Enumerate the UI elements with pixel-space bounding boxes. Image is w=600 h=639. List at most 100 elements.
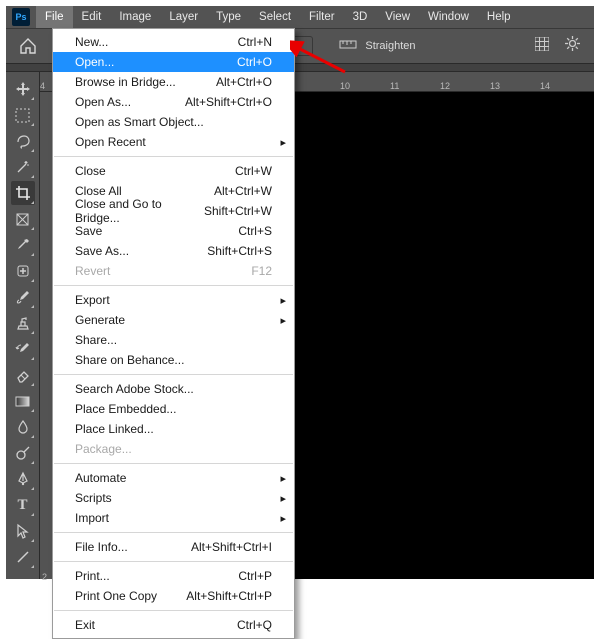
menu-3d[interactable]: 3D — [344, 6, 377, 28]
toolbox: T — [6, 72, 40, 579]
menu-separator — [54, 561, 293, 562]
menu-item-label: File Info... — [75, 540, 128, 554]
crop-tool[interactable] — [11, 181, 35, 205]
menu-item-shortcut: Ctrl+W — [235, 164, 272, 178]
menu-item-place-embedded[interactable]: Place Embedded... — [53, 399, 294, 419]
menu-separator — [54, 374, 293, 375]
menu-item-label: Search Adobe Stock... — [75, 382, 194, 396]
menu-item-label: New... — [75, 35, 108, 49]
frame-tool[interactable] — [11, 207, 35, 231]
ruler-tick: 13 — [490, 81, 500, 91]
menu-edit[interactable]: Edit — [73, 6, 111, 28]
menu-item-shortcut: Ctrl+Q — [237, 618, 272, 632]
menu-type[interactable]: Type — [207, 6, 250, 28]
menu-item-label: Package... — [75, 442, 132, 456]
menu-item-share-on-behance[interactable]: Share on Behance... — [53, 350, 294, 370]
menu-item-exit[interactable]: ExitCtrl+Q — [53, 615, 294, 635]
menu-item-automate[interactable]: Automate — [53, 468, 294, 488]
menu-item-save-as[interactable]: Save As...Shift+Ctrl+S — [53, 241, 294, 261]
history-brush-tool[interactable] — [11, 337, 35, 361]
home-button[interactable] — [12, 33, 44, 59]
blur-tool[interactable] — [11, 415, 35, 439]
menu-separator — [54, 285, 293, 286]
app-logo: Ps — [12, 8, 30, 26]
path-selection-tool[interactable] — [11, 519, 35, 543]
ruler-tick: 2 — [42, 572, 47, 582]
menu-window[interactable]: Window — [419, 6, 478, 28]
menu-item-share[interactable]: Share... — [53, 330, 294, 350]
menu-item-label: Print One Copy — [75, 589, 157, 603]
menu-item-label: Save — [75, 224, 102, 238]
eraser-tool[interactable] — [11, 363, 35, 387]
file-menu-dropdown: New... Ctrl+N Open... Ctrl+O Browse in Bridg… — [52, 28, 295, 639]
dodge-tool[interactable] — [11, 441, 35, 465]
magic-wand-tool[interactable] — [11, 155, 35, 179]
menu-item-shortcut: Ctrl+N — [238, 35, 272, 49]
ruler-tick: 12 — [440, 81, 450, 91]
menu-item-label: Import — [75, 511, 109, 525]
menu-item-shortcut: Alt+Ctrl+W — [214, 184, 272, 198]
menu-filter[interactable]: Filter — [300, 6, 344, 28]
menu-item-shortcut: Alt+Shift+Ctrl+P — [186, 589, 272, 603]
line-tool[interactable] — [11, 545, 35, 569]
menu-item-label: Place Embedded... — [75, 402, 176, 416]
grid-icon[interactable] — [535, 37, 549, 56]
eyedropper-tool[interactable] — [11, 233, 35, 257]
menu-item-shortcut: Ctrl+O — [237, 55, 272, 69]
menu-help[interactable]: Help — [478, 6, 520, 28]
menu-item-search-adobe-stock[interactable]: Search Adobe Stock... — [53, 379, 294, 399]
menu-select[interactable]: Select — [250, 6, 300, 28]
menu-item-label: Scripts — [75, 491, 112, 505]
menu-item-shortcut: Alt+Ctrl+O — [216, 75, 272, 89]
menu-item-print[interactable]: Print... Ctrl+P — [53, 566, 294, 586]
menu-item-place-linked[interactable]: Place Linked... — [53, 419, 294, 439]
menu-separator — [54, 156, 293, 157]
brush-tool[interactable] — [11, 285, 35, 309]
menu-item-file-info[interactable]: File Info... Alt+Shift+Ctrl+I — [53, 537, 294, 557]
menu-item-shortcut: Shift+Ctrl+W — [204, 204, 272, 218]
menu-item-save[interactable]: SaveCtrl+S — [53, 221, 294, 241]
menu-item-shortcut: Alt+Shift+Ctrl+O — [185, 95, 272, 109]
menu-item-close[interactable]: CloseCtrl+W — [53, 161, 294, 181]
menu-item-import[interactable]: Import — [53, 508, 294, 528]
straighten-label[interactable]: Straighten — [365, 40, 415, 52]
menu-image[interactable]: Image — [110, 6, 160, 28]
settings-gear-icon[interactable] — [565, 36, 580, 56]
healing-brush-tool[interactable] — [11, 259, 35, 283]
clone-stamp-tool[interactable] — [11, 311, 35, 335]
menu-item-shortcut: F12 — [251, 264, 272, 278]
menu-item-generate[interactable]: Generate — [53, 310, 294, 330]
ruler-tick: 14 — [540, 81, 550, 91]
menu-item-open[interactable]: Open... Ctrl+O — [53, 52, 294, 72]
menu-item-label: Generate — [75, 313, 125, 327]
menu-item-print-one-copy[interactable]: Print One Copy Alt+Shift+Ctrl+P — [53, 586, 294, 606]
menu-item-shortcut: Alt+Shift+Ctrl+I — [191, 540, 272, 554]
ruler-tick: 11 — [390, 81, 399, 91]
menu-item-new[interactable]: New... Ctrl+N — [53, 32, 294, 52]
menu-item-export[interactable]: Export — [53, 290, 294, 310]
menu-file[interactable]: File — [36, 6, 73, 28]
menu-item-open-as[interactable]: Open As... Alt+Shift+Ctrl+O — [53, 92, 294, 112]
menu-item-browse-in-bridge[interactable]: Browse in Bridge...Alt+Ctrl+O — [53, 72, 294, 92]
menu-layer[interactable]: Layer — [160, 6, 207, 28]
pen-tool[interactable] — [11, 467, 35, 491]
gradient-tool[interactable] — [11, 389, 35, 413]
menu-item-label: Revert — [75, 264, 110, 278]
move-tool[interactable] — [11, 77, 35, 101]
menu-item-open-recent[interactable]: Open Recent — [53, 132, 294, 152]
menu-item-shortcut: Ctrl+P — [238, 569, 272, 583]
menu-view[interactable]: View — [376, 6, 419, 28]
menu-item-label: Open... — [75, 55, 114, 69]
menu-item-label: Print... — [75, 569, 110, 583]
marquee-tool[interactable] — [11, 103, 35, 127]
menu-item-label: Open As... — [75, 95, 131, 109]
menu-item-close-and-go-to-bridge[interactable]: Close and Go to Bridge...Shift+Ctrl+W — [53, 201, 294, 221]
type-tool[interactable]: T — [11, 493, 35, 517]
ruler-tick: 4 — [40, 81, 45, 91]
menu-item-scripts[interactable]: Scripts — [53, 488, 294, 508]
menu-item-open-as-smart-object[interactable]: Open as Smart Object... — [53, 112, 294, 132]
menu-item-label: Share on Behance... — [75, 353, 184, 367]
photoshop-window: Ps FileEditImageLayerTypeSelectFilter3DV… — [6, 6, 594, 579]
menu-item-label: Place Linked... — [75, 422, 154, 436]
lasso-tool[interactable] — [11, 129, 35, 153]
